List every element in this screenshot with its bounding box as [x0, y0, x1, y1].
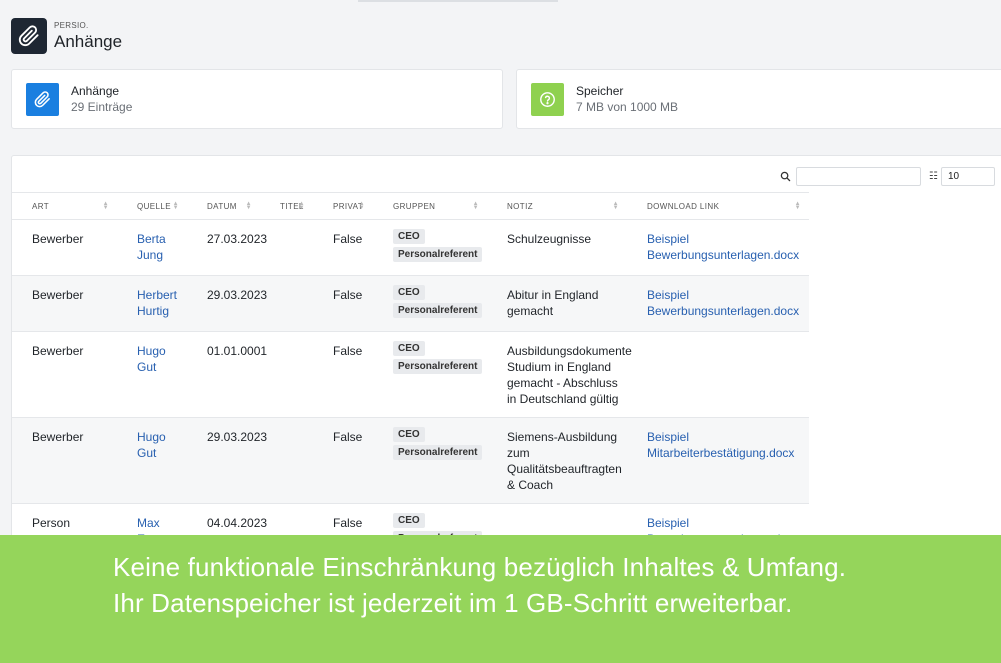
cell-notiz: Abitur in England gemacht — [507, 288, 599, 318]
stat-value: 29 Einträge — [71, 99, 133, 114]
cell-titel — [260, 418, 313, 504]
sort-icon: ▲ ▼ — [794, 201, 801, 211]
sort-icon: ▲ ▼ — [172, 201, 179, 211]
sort-icon: ▲ ▼ — [245, 201, 252, 211]
cell-datum: 27.03.2023 — [207, 232, 268, 246]
cell-titel — [260, 220, 313, 276]
search-input[interactable] — [796, 166, 922, 186]
group-badge: CEO — [393, 229, 425, 244]
group-badge: Personalreferent — [393, 303, 483, 318]
cell-privat: False — [333, 232, 363, 246]
column-header-privat[interactable]: PRIVAT ▲ ▼ — [313, 193, 373, 220]
top-divider — [358, 0, 558, 2]
group-badge: CEO — [393, 285, 425, 300]
cell-privat: False — [333, 288, 363, 302]
cell-notiz: Siemens-Ausbildung zum Qualitätsbeauftra… — [507, 430, 622, 492]
column-header-art[interactable]: ART ▲ ▼ — [12, 193, 117, 220]
download-link[interactable] — [627, 332, 809, 418]
download-link[interactable]: Beispiel Bewerbungsunterlagen.docx — [627, 276, 809, 332]
cell-quelle-link[interactable]: Hugo Gut — [117, 418, 187, 504]
stat-label: Speicher — [576, 83, 624, 98]
sort-icon: ▲ ▼ — [298, 201, 305, 211]
download-link[interactable]: Beispiel Mitarbeiterbestätigung.docx — [627, 418, 809, 504]
promo-banner: Keine funktionale Einschränkung bezüglic… — [0, 535, 1001, 663]
brand-name: PERSIO. — [54, 20, 89, 30]
sort-icon: ▲ ▼ — [472, 201, 479, 211]
paperclip-icon — [11, 18, 47, 54]
group-badge: CEO — [393, 341, 425, 356]
cell-titel — [260, 276, 313, 332]
search-icon — [780, 171, 791, 182]
stat-card-storage: Speicher 7 MB von 1000 MB — [516, 69, 1001, 129]
stat-value: 7 MB von 1000 MB — [576, 99, 679, 114]
table-toolbar: ☷ 10 — [780, 166, 995, 186]
attachments-table: ART ▲ ▼ QUELLE ▲ ▼ DATUM ▲ ▼ TITEL ▲ ▼ PRIVAT ▲ ▼ … — [12, 192, 809, 554]
cell-datum: 01.01.0001 — [207, 344, 268, 358]
table-row[interactable]: Bewerber Hugo Gut 29.03.2023 False CEO Pe… — [12, 417, 809, 504]
column-header-download-link[interactable]: DOWNLOAD LINK ▲ ▼ — [627, 193, 809, 220]
cell-quelle-link[interactable]: Herbert Hurtig — [117, 276, 187, 332]
cell-gruppen: CEO Personalreferent — [373, 220, 487, 276]
table-row[interactable]: Bewerber Herbert Hurtig 29.03.2023 False… — [12, 275, 809, 332]
cell-titel — [260, 332, 313, 418]
cell-art: Bewerber — [32, 232, 84, 246]
banner-line-1: Keine funktionale Einschränkung bezüglic… — [113, 552, 847, 582]
page-header: PERSIO. Anhänge — [11, 16, 122, 56]
group-badge: Personalreferent — [393, 445, 483, 460]
cell-quelle-link[interactable]: Hugo Gut — [117, 332, 187, 418]
column-header-notiz[interactable]: NOTIZ ▲ ▼ — [487, 193, 627, 220]
cell-gruppen: CEO Personalreferent — [373, 332, 487, 418]
column-header-quelle[interactable]: QUELLE ▲ ▼ — [117, 193, 187, 220]
banner-line-2: Ihr Datenspeicher ist jederzeit im 1 GB-… — [113, 588, 793, 618]
table-row[interactable]: Bewerber Berta Jung 27.03.2023 False CEO… — [12, 220, 809, 276]
page-size-input[interactable]: 10 — [941, 166, 995, 186]
page-title: Anhänge — [54, 31, 123, 51]
table-header-row: ART ▲ ▼ QUELLE ▲ ▼ DATUM ▲ ▼ TITEL ▲ ▼ PRIVAT ▲ ▼ … — [12, 192, 809, 220]
cell-privat: False — [333, 344, 363, 358]
attachments-table-panel: ☷ 10 ART ▲ ▼ QUELLE ▲ ▼ DATUM ▲ ▼ TITEL ▲ ▼ PRIV… — [11, 155, 1001, 555]
stat-label: Anhänge — [71, 83, 120, 98]
sort-icon: ▲ ▼ — [358, 201, 365, 211]
column-header-datum[interactable]: DATUM ▲ ▼ — [187, 193, 260, 220]
table-row[interactable]: Bewerber Hugo Gut 01.01.0001 False CEO Pe… — [12, 332, 809, 418]
group-badge: CEO — [393, 427, 425, 442]
cell-datum: 29.03.2023 — [207, 288, 268, 302]
cell-gruppen: CEO Personalreferent — [373, 276, 487, 332]
sort-icon: ▲ ▼ — [612, 201, 619, 211]
group-badge: Personalreferent — [393, 247, 483, 262]
column-header-titel[interactable]: TITEL ▲ ▼ — [260, 193, 313, 220]
cell-art: Bewerber — [32, 288, 84, 302]
brand: PERSIO. Anhänge — [54, 21, 122, 52]
cell-gruppen: CEO Personalreferent — [373, 418, 487, 504]
cell-privat: False — [333, 430, 363, 444]
column-header-gruppen[interactable]: GRUPPEN ▲ ▼ — [373, 193, 487, 220]
sort-icon: ▲ ▼ — [102, 201, 109, 211]
question-circle-icon — [531, 82, 564, 116]
cell-datum: 29.03.2023 — [207, 430, 268, 444]
cell-notiz: Ausbildungsdokumente Studium in England … — [507, 344, 632, 406]
cell-art: Bewerber — [32, 344, 84, 358]
stat-card-attachments: Anhänge 29 Einträge — [11, 69, 503, 129]
cell-notiz: Schulzeugnisse — [507, 232, 592, 246]
cell-quelle-link[interactable]: Berta Jung — [117, 220, 187, 276]
group-badge: Personalreferent — [393, 359, 483, 374]
group-badge: CEO — [393, 513, 425, 528]
list-icon: ☷ — [929, 170, 938, 182]
paperclip-icon — [26, 82, 59, 116]
cell-art: Bewerber — [32, 430, 84, 444]
download-link[interactable]: Beispiel Bewerbungsunterlagen.docx — [627, 220, 809, 276]
